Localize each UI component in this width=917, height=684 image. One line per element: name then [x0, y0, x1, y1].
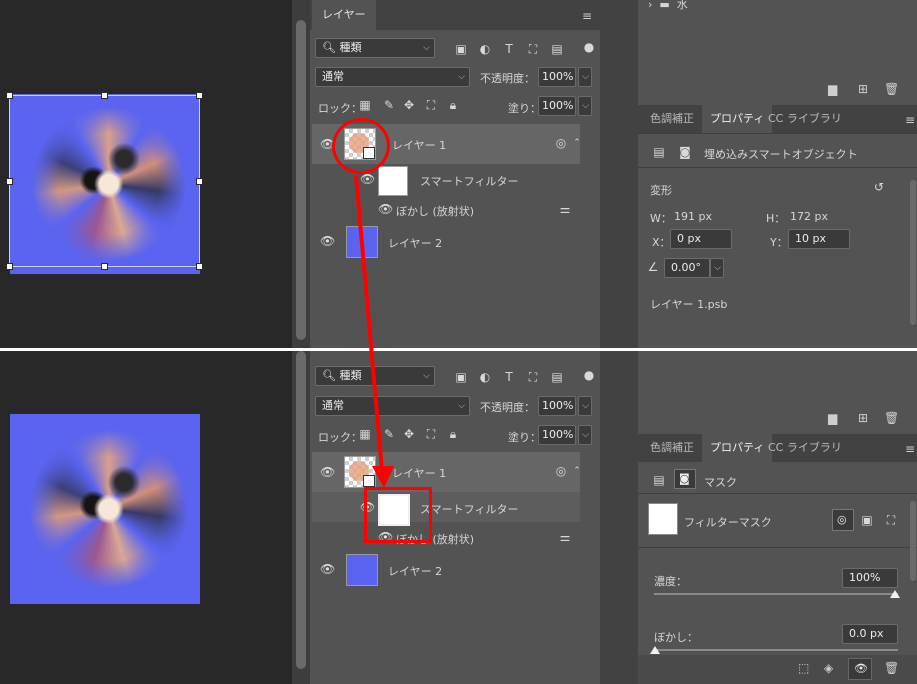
annotation-arrow: [354, 175, 394, 488]
